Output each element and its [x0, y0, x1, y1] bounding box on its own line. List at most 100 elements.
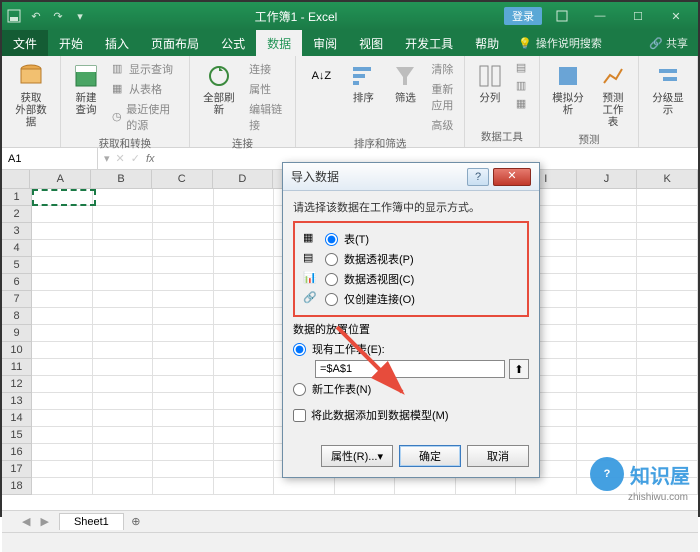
cell[interactable] — [93, 427, 154, 444]
minimize-icon[interactable]: — — [582, 4, 618, 28]
reapply-button[interactable]: 重新应用 — [428, 80, 458, 114]
cell[interactable] — [214, 206, 275, 223]
cell[interactable] — [577, 274, 638, 291]
tell-me-search[interactable]: 💡 操作说明搜索 — [510, 35, 610, 51]
cell[interactable] — [214, 478, 275, 495]
row-header[interactable]: 1 — [2, 189, 32, 206]
cell[interactable] — [32, 325, 93, 342]
close-icon[interactable]: ✕ — [658, 4, 694, 28]
properties-button[interactable]: 属性(R)... ▾ — [321, 445, 393, 467]
radio-existing[interactable] — [293, 343, 306, 356]
maximize-icon[interactable]: ☐ — [620, 4, 656, 28]
add-to-model-checkbox[interactable]: 将此数据添加到数据模型(M) — [293, 407, 529, 423]
cell[interactable] — [153, 461, 214, 478]
cell[interactable] — [153, 206, 214, 223]
cell[interactable] — [93, 376, 154, 393]
recent-sources-button[interactable]: ◷最近使用的源 — [109, 100, 183, 134]
cell[interactable] — [93, 461, 154, 478]
cell[interactable] — [32, 308, 93, 325]
cell[interactable] — [153, 376, 214, 393]
cell[interactable] — [93, 189, 154, 206]
cell[interactable] — [274, 478, 335, 495]
ribbon-options-icon[interactable] — [544, 4, 580, 28]
cell[interactable] — [93, 444, 154, 461]
cell[interactable] — [637, 308, 698, 325]
option-new-sheet[interactable]: 新工作表(N) — [293, 379, 529, 399]
cell[interactable] — [93, 410, 154, 427]
cell[interactable] — [32, 444, 93, 461]
row-header[interactable]: 2 — [2, 206, 32, 223]
name-box[interactable]: A1 — [2, 148, 98, 169]
column-header[interactable]: D — [213, 170, 274, 188]
tab-developer[interactable]: 开发工具 — [394, 30, 464, 56]
cell[interactable] — [577, 206, 638, 223]
outline-button[interactable]: 分级显示 — [645, 60, 691, 118]
cell[interactable] — [32, 461, 93, 478]
advanced-filter-button[interactable]: 高级 — [428, 116, 458, 134]
cell[interactable] — [214, 410, 275, 427]
column-header[interactable]: B — [91, 170, 152, 188]
flash-fill-button[interactable]: ▤ — [513, 60, 533, 76]
row-header[interactable]: 10 — [2, 342, 32, 359]
new-query-button[interactable]: 新建 查询 — [67, 60, 105, 118]
cell[interactable] — [32, 376, 93, 393]
cell[interactable] — [93, 325, 154, 342]
connections-button[interactable]: 连接 — [246, 60, 289, 78]
login-badge[interactable]: 登录 — [504, 7, 542, 25]
cell[interactable] — [577, 393, 638, 410]
cell[interactable] — [577, 189, 638, 206]
tab-home[interactable]: 开始 — [48, 30, 94, 56]
fx-icon[interactable]: fx — [146, 153, 155, 165]
row-header[interactable]: 17 — [2, 461, 32, 478]
cell[interactable] — [32, 359, 93, 376]
cell[interactable] — [153, 274, 214, 291]
cell[interactable] — [577, 325, 638, 342]
qat-dropdown-icon[interactable]: ▾ — [72, 8, 88, 24]
cell[interactable] — [32, 206, 93, 223]
cell[interactable] — [214, 393, 275, 410]
data-validation-button[interactable]: ▦ — [513, 96, 533, 112]
cell[interactable] — [637, 274, 698, 291]
cell[interactable] — [32, 189, 93, 206]
cell[interactable] — [93, 257, 154, 274]
range-picker-button[interactable]: ⬆ — [509, 359, 529, 379]
ok-button[interactable]: 确定 — [399, 445, 461, 467]
tab-data[interactable]: 数据 — [256, 30, 302, 56]
option-connection-only[interactable]: 🔗仅创建连接(O) — [303, 289, 519, 309]
option-pivot-chart[interactable]: 📊数据透视图(C) — [303, 269, 519, 289]
cell[interactable] — [153, 410, 214, 427]
cell[interactable] — [153, 444, 214, 461]
cell[interactable] — [637, 427, 698, 444]
cell[interactable] — [456, 478, 517, 495]
from-table-button[interactable]: ▦从表格 — [109, 80, 183, 98]
cell[interactable] — [214, 342, 275, 359]
option-existing-sheet[interactable]: 现有工作表(E): — [293, 339, 529, 359]
remove-dup-button[interactable]: ▥ — [513, 78, 533, 94]
dialog-titlebar[interactable]: 导入数据 ? ✕ — [283, 163, 539, 191]
cell[interactable] — [93, 393, 154, 410]
cell[interactable] — [637, 291, 698, 308]
cell[interactable] — [637, 325, 698, 342]
row-header[interactable]: 9 — [2, 325, 32, 342]
cell[interactable] — [32, 427, 93, 444]
cell[interactable] — [214, 427, 275, 444]
cell[interactable] — [577, 410, 638, 427]
tab-formulas[interactable]: 公式 — [210, 30, 256, 56]
cell[interactable] — [214, 376, 275, 393]
cell[interactable] — [93, 342, 154, 359]
dropdown-icon[interactable]: ▾ — [104, 152, 110, 165]
select-all-corner[interactable] — [2, 170, 30, 188]
sheet-tab[interactable]: Sheet1 — [59, 513, 124, 530]
cell[interactable] — [153, 223, 214, 240]
cell[interactable] — [153, 478, 214, 495]
cell[interactable] — [153, 308, 214, 325]
new-sheet-button[interactable]: ⊕ — [126, 512, 146, 532]
cell[interactable] — [214, 257, 275, 274]
cell[interactable] — [637, 410, 698, 427]
cell[interactable] — [577, 257, 638, 274]
row-header[interactable]: 12 — [2, 376, 32, 393]
redo-icon[interactable]: ↷ — [50, 8, 66, 24]
cell[interactable] — [637, 240, 698, 257]
column-header[interactable]: A — [30, 170, 91, 188]
cell[interactable] — [32, 393, 93, 410]
